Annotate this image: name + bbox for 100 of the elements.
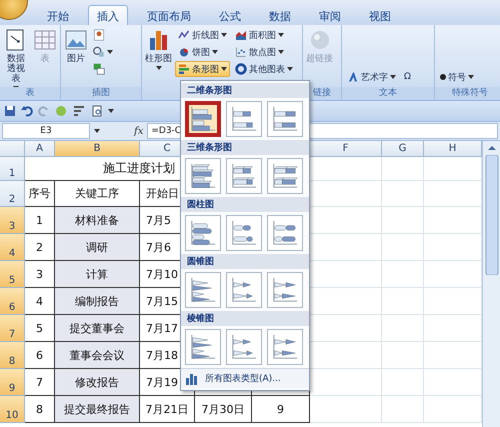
column-header[interactable]: G — [382, 141, 424, 157]
ribbon-button[interactable]: 条形图 — [175, 61, 230, 77]
caret-icon[interactable] — [94, 129, 100, 133]
row-header[interactable]: 3 — [0, 207, 25, 234]
ribbon-tab[interactable]: 公式 — [210, 5, 250, 25]
ribbon-button[interactable]: 折线图 — [175, 27, 230, 43]
ribbon-tab[interactable]: 视图 — [360, 5, 400, 25]
bar-chart-type-icon — [271, 162, 299, 190]
ribbon-button[interactable]: 其他图表 — [232, 61, 296, 77]
ribbon-button[interactable]: 艺术字 — [344, 69, 399, 85]
grid-cell — [382, 342, 424, 369]
caret-icon — [287, 67, 293, 71]
ribbon-button[interactable]: 图片 — [63, 27, 89, 65]
grid-cell — [382, 181, 424, 207]
row-header[interactable]: 1 — [0, 157, 25, 181]
bar-chart-type-icon — [271, 276, 299, 304]
grid-cell — [424, 288, 482, 315]
chart-type-option[interactable] — [267, 158, 303, 194]
chart-type-option[interactable] — [267, 215, 303, 251]
ribbon-button[interactable]: 面积图 — [232, 27, 296, 43]
bullet-icon — [440, 74, 446, 80]
all-chart-types-button[interactable]: 所有图表类型(A)... — [181, 368, 309, 388]
ribbon-button[interactable]: Ω — [401, 69, 414, 85]
chart-type-option[interactable] — [185, 272, 221, 308]
table-cell: 6 — [25, 342, 55, 369]
row-header[interactable]: 7 — [0, 315, 25, 342]
scroll-thumb[interactable] — [484, 155, 498, 275]
bar-chart-type-icon — [230, 219, 258, 247]
section-heading: 二维条形图 — [181, 83, 309, 98]
bar-chart-icon — [178, 63, 190, 75]
caret-icon — [107, 50, 113, 54]
sort-icon[interactable] — [72, 105, 86, 117]
undo-icon[interactable] — [21, 105, 33, 117]
ribbon-button[interactable]: 饼图 — [175, 44, 230, 60]
bar-chart-type-icon — [271, 219, 299, 247]
donut-chart-icon — [235, 63, 247, 75]
caret-icon — [468, 75, 474, 79]
column-header[interactable]: F — [310, 141, 382, 157]
bar-chart-type-icon — [230, 162, 258, 190]
table-cell: 9 — [252, 396, 310, 423]
chart-type-option[interactable] — [226, 158, 262, 194]
ribbon-button[interactable]: 散点图 — [232, 44, 296, 60]
chart-type-option[interactable] — [226, 329, 262, 365]
row-header[interactable]: 2 — [0, 181, 25, 207]
grid-cell — [424, 207, 482, 234]
grid-cell — [424, 369, 482, 396]
table-cell: 8 — [25, 396, 55, 423]
chart-type-option[interactable] — [267, 329, 303, 365]
caret-icon — [156, 66, 162, 70]
chart-type-option[interactable] — [185, 329, 221, 365]
chart-type-option[interactable] — [226, 272, 262, 308]
table-cell: 关键工序 — [55, 181, 140, 207]
row-header[interactable]: 9 — [0, 369, 25, 396]
ribbon-tab[interactable]: 数据 — [260, 5, 300, 25]
ribbon-tab[interactable]: 页面布局 — [138, 5, 200, 25]
chart-type-option[interactable] — [267, 272, 303, 308]
bar-chart-type-icon — [230, 276, 258, 304]
row-header[interactable]: 8 — [0, 342, 25, 369]
group-label: 文本 — [342, 87, 434, 100]
chart-type-option[interactable] — [185, 215, 221, 251]
grid-cell — [424, 342, 482, 369]
row-header[interactable]: 10 — [0, 396, 25, 423]
row-header[interactable]: 6 — [0, 288, 25, 315]
caret-icon — [221, 67, 227, 71]
chart-type-option[interactable] — [185, 158, 221, 194]
column-header[interactable]: H — [424, 141, 482, 157]
smartart-icon — [92, 62, 106, 76]
ribbon-button[interactable]: 数据透视表 — [2, 27, 30, 87]
row-header[interactable]: 4 — [0, 234, 25, 261]
column-header[interactable]: A — [25, 141, 55, 157]
caret-icon — [212, 50, 218, 54]
pie-chart-icon — [178, 46, 190, 58]
insert-function-button[interactable]: fx — [134, 126, 144, 136]
chart-type-option[interactable] — [226, 215, 262, 251]
table-cell: 4 — [25, 288, 55, 315]
caret-icon — [221, 33, 227, 37]
table-cell: 材料准备 — [55, 207, 140, 234]
column-header[interactable]: B — [55, 141, 140, 157]
ribbon-tab[interactable]: 开始 — [38, 5, 78, 25]
save-icon[interactable] — [4, 105, 16, 117]
ribbon-tab[interactable]: 审阅 — [310, 5, 350, 25]
grid-cell — [424, 157, 482, 181]
name-box[interactable]: E3 — [2, 123, 90, 139]
table-cell: 编制报告 — [55, 288, 140, 315]
chart-type-option[interactable] — [226, 101, 262, 137]
table-cell: 7月30日 — [195, 396, 252, 423]
print-preview-icon[interactable] — [91, 105, 103, 117]
select-all-corner[interactable] — [0, 141, 25, 157]
ribbon-tab[interactable]: 插入 — [88, 5, 128, 25]
chart-type-option[interactable] — [185, 101, 221, 137]
vertical-scrollbar[interactable] — [482, 141, 500, 427]
customize-icon[interactable] — [108, 108, 114, 114]
grid-cell — [382, 157, 424, 181]
group-label: 插图 — [61, 87, 141, 100]
ribbon-button[interactable]: 柱形图 — [144, 27, 173, 71]
chart-type-option[interactable] — [267, 101, 303, 137]
ribbon-button[interactable]: 符号 — [437, 69, 477, 85]
row-header[interactable]: 5 — [0, 261, 25, 288]
caret-icon — [278, 33, 284, 37]
section-heading: 棱锥图 — [181, 311, 309, 326]
